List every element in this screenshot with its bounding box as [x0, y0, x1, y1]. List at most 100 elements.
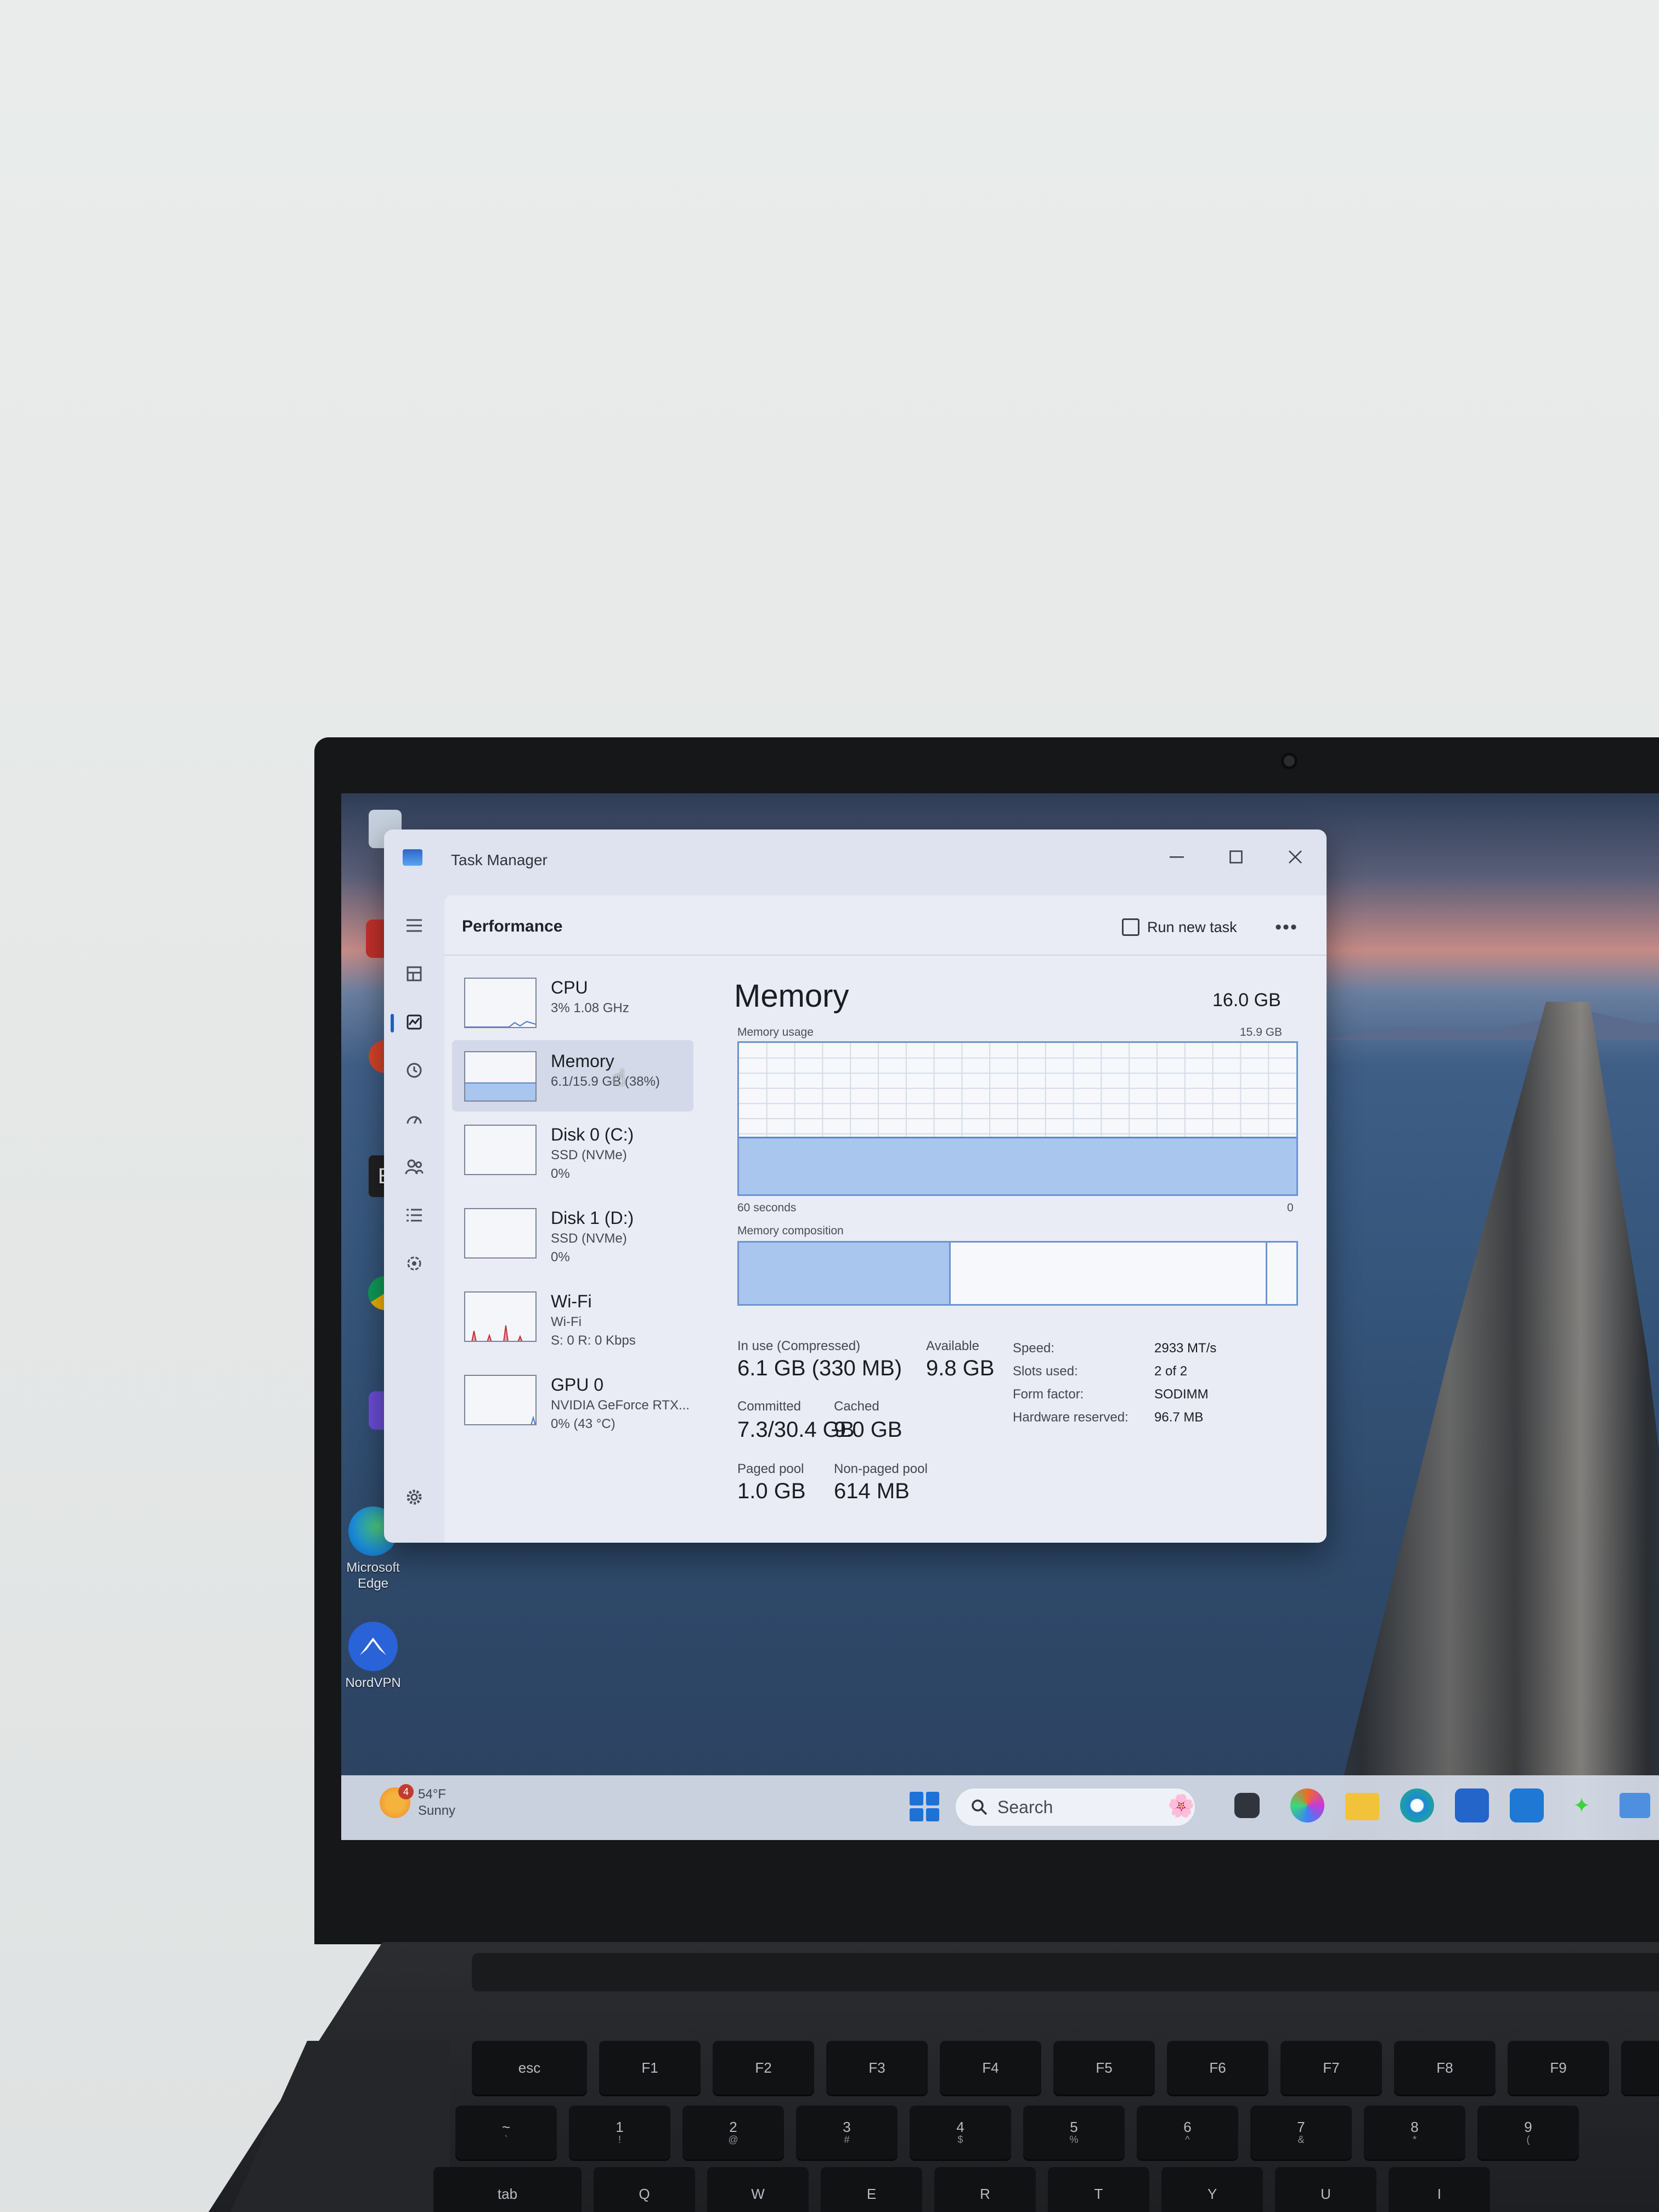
key-t[interactable]: T [1048, 2167, 1149, 2212]
hardware-form-factor-value: SODIMM [1154, 1387, 1209, 1402]
key-i[interactable]: I [1389, 2167, 1490, 2212]
task-manager-taskbar-icon[interactable] [1620, 1793, 1650, 1818]
processes-icon[interactable] [400, 960, 428, 988]
search-label: Search [997, 1797, 1053, 1817]
touchpad[interactable] [230, 2041, 450, 2212]
resource-detail: 0% (43 °C) [551, 1417, 616, 1431]
mouse-cursor-icon: ☝ [612, 1066, 626, 1090]
key-f2[interactable]: F2 [713, 2041, 814, 2095]
key-r[interactable]: R [934, 2167, 1036, 2212]
key-tab[interactable]: tab [433, 2167, 582, 2212]
performance-icon[interactable] [400, 1008, 428, 1036]
hardware-slots-value: 2 of 2 [1154, 1364, 1188, 1379]
resource-name: CPU [551, 978, 588, 997]
key-esc[interactable]: esc [472, 2041, 587, 2095]
stat-paged-pool-value: 1.0 GB [737, 1479, 806, 1503]
run-new-task-button[interactable]: Run new task [1122, 912, 1237, 943]
maximize-button[interactable] [1211, 840, 1261, 873]
hardware-slots-label: Slots used: [1013, 1364, 1078, 1379]
key-9[interactable]: 9( [1477, 2106, 1579, 2159]
app-history-icon[interactable] [400, 1057, 428, 1084]
key-6[interactable]: 6 ^ [1137, 2106, 1238, 2159]
key-f7[interactable]: F7 [1280, 2041, 1382, 2095]
memory-usage-graph [737, 1041, 1298, 1196]
key-f6[interactable]: F6 [1167, 2041, 1268, 2095]
resource-name: Disk 1 (D:) [551, 1208, 634, 1228]
key-1[interactable]: 1! [569, 2106, 670, 2159]
key-5[interactable]: 5% [1023, 2106, 1125, 2159]
close-button[interactable] [1271, 840, 1320, 873]
key-f5[interactable]: F5 [1053, 2041, 1155, 2095]
services-icon[interactable] [400, 1250, 428, 1277]
resource-detail: Wi-Fi [551, 1314, 582, 1329]
key-4[interactable]: 4 $ [910, 2106, 1011, 2159]
resource-name: Disk 0 (C:) [551, 1125, 634, 1144]
copilot-icon[interactable] [1290, 1788, 1324, 1822]
key-f8[interactable]: F8 [1394, 2041, 1496, 2095]
key-y[interactable]: Y [1161, 2167, 1263, 2212]
key-~[interactable]: ~ ` [455, 2106, 557, 2159]
edge-taskbar-icon[interactable] [1400, 1788, 1434, 1822]
resource-detail: NVIDIA GeForce RTX... [551, 1398, 690, 1413]
task-view-button[interactable] [1234, 1793, 1260, 1818]
stat-available-value: 9.8 GB [926, 1356, 995, 1380]
startup-apps-icon[interactable] [400, 1105, 428, 1132]
page-header: Performance Run new task ••• [444, 895, 1327, 956]
memory-usage-max: 15.9 GB [1240, 1026, 1283, 1039]
resource-name: Memory [551, 1051, 614, 1071]
taskbar-search[interactable]: Search [955, 1787, 1196, 1827]
hamburger-menu-icon[interactable] [400, 912, 428, 939]
resource-item-gpu-0[interactable]: GPU 0 NVIDIA GeForce RTX... 0% (43 °C) [452, 1364, 693, 1435]
key-w[interactable]: W [707, 2167, 809, 2212]
users-icon[interactable] [400, 1153, 428, 1181]
hardware-reserved-value: 96.7 MB [1154, 1410, 1204, 1425]
resource-item-memory[interactable]: Memory 6.1/15.9 GB (38%) [452, 1040, 693, 1111]
close-icon [1289, 850, 1302, 864]
keyboard-letter-row: tab Q W E R T Y U I [433, 2167, 1490, 2212]
resource-item-cpu[interactable]: CPU 3% 1.08 GHz [452, 967, 693, 1038]
minimize-button[interactable] [1152, 840, 1201, 873]
store-icon[interactable] [1455, 1788, 1489, 1822]
settings-gear-icon[interactable] [400, 1483, 428, 1511]
key-f1[interactable]: F1 [599, 2041, 701, 2095]
key-q[interactable]: Q [594, 2167, 695, 2212]
resource-item-disk-0[interactable]: Disk 0 (C:) SSD (NVMe) 0% [452, 1114, 693, 1185]
desktop-icon-nordvpn[interactable]: NordVPN [341, 1622, 411, 1691]
key-f4[interactable]: F4 [940, 2041, 1041, 2095]
razer-icon[interactable]: ✦ [1565, 1788, 1599, 1822]
navigation-rail [384, 890, 444, 1543]
key-f10[interactable]: F10 [1621, 2041, 1659, 2095]
title-bar[interactable]: Task Manager [384, 830, 1327, 890]
key-7[interactable]: 7 & [1250, 2106, 1352, 2159]
weather-widget[interactable]: 4 54°F Sunny [380, 1784, 455, 1819]
key-3[interactable]: 3 # [796, 2106, 898, 2159]
key-8[interactable]: 8 * [1364, 2106, 1465, 2159]
resource-detail: SSD (NVMe) [551, 1148, 627, 1163]
key-e[interactable]: E [821, 2167, 922, 2212]
search-highlight-icon: 🌸 [1167, 1793, 1195, 1818]
stat-committed-label: Committed [737, 1399, 802, 1414]
graph-axis-right-label: 0 [1287, 1201, 1294, 1214]
keyboard-function-row: escF1F2F3F4F5F6F7F8F9 F10 [472, 2041, 1659, 2095]
run-task-icon [1122, 918, 1139, 936]
stat-in-use-value: 6.1 GB (330 MB) [737, 1356, 902, 1380]
webcam [1281, 753, 1297, 769]
resource-detail: SSD (NVMe) [551, 1231, 627, 1246]
hardware-speed-label: Speed: [1013, 1341, 1055, 1356]
resource-detail: 0% [551, 1166, 570, 1181]
laptop-hinge [472, 1953, 1659, 1991]
key-f9[interactable]: F9 [1508, 2041, 1609, 2095]
resource-item-wifi[interactable]: Wi-Fi Wi-Fi S: 0 R: 0 Kbps [452, 1280, 693, 1352]
file-explorer-icon[interactable] [1345, 1793, 1379, 1820]
key-u[interactable]: U [1275, 2167, 1376, 2212]
outlook-icon[interactable] [1510, 1788, 1544, 1822]
resource-item-disk-1[interactable]: Disk 1 (D:) SSD (NVMe) 0% [452, 1197, 693, 1268]
composition-free-segment [1266, 1243, 1296, 1304]
key-2[interactable]: 2 @ [682, 2106, 784, 2159]
key-f3[interactable]: F3 [826, 2041, 928, 2095]
desktop-icon-label: Microsoft Edge [346, 1560, 400, 1591]
start-button[interactable] [910, 1792, 939, 1821]
more-options-button[interactable]: ••• [1270, 912, 1303, 943]
details-icon[interactable] [400, 1201, 428, 1229]
memory-usage-fill [739, 1137, 1296, 1194]
